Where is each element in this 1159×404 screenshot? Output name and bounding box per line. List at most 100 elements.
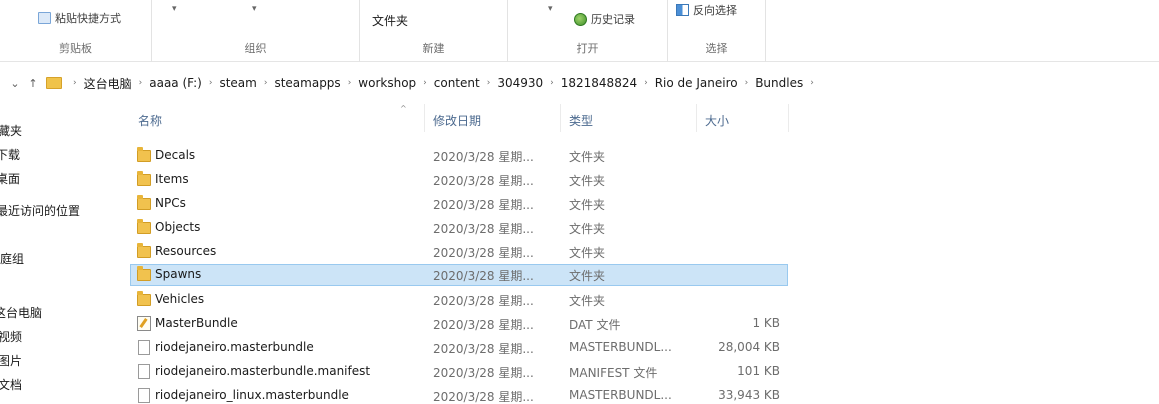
breadcrumb-chevron-icon[interactable]: › (204, 78, 218, 88)
select-group-label: 选择 (705, 42, 728, 55)
list-item[interactable]: Items 2020/3/28 星期... 文件夹 (130, 169, 788, 191)
column-header-type[interactable]: 类型 (569, 112, 593, 129)
file-icon (138, 388, 150, 403)
organize-group: ▾ ▾ 组织 (152, 0, 360, 62)
move-to-button[interactable]: ▾ (172, 4, 177, 14)
folder-icon (46, 77, 62, 89)
list-item[interactable]: Resources 2020/3/28 星期... 文件夹 (130, 241, 788, 263)
chevron-down-icon: ▾ (172, 4, 177, 14)
list-item[interactable]: riodejaneiro_linux.masterbundle 2020/3/2… (130, 385, 788, 404)
new-group: 文件夹 新建 (360, 0, 508, 62)
file-date: 2020/3/28 星期... (433, 366, 534, 380)
column-header-date[interactable]: 修改日期 (433, 112, 481, 129)
address-bar: ⌄ ↑ › 这台电脑 › aaaa (F:) › steam › steamap… (0, 70, 1159, 96)
breadcrumb-chevron-icon[interactable]: › (343, 78, 357, 88)
list-item-selected[interactable]: Spawns 2020/3/28 星期... 文件夹 (130, 264, 788, 286)
select-group: 反向选择 选择 (668, 0, 766, 62)
file-date: 2020/3/28 星期... (433, 318, 534, 332)
nav-item-recent[interactable]: 最近访问的位置 (0, 202, 80, 219)
file-type: 文件夹 (569, 174, 606, 188)
paste-shortcut-icon (38, 12, 51, 24)
breadcrumb-item-bundles[interactable]: Bundles (753, 76, 805, 90)
breadcrumb-chevron-icon[interactable]: › (418, 78, 432, 88)
nav-item-videos[interactable]: 视频 (0, 328, 22, 345)
clipboard-group: 粘贴快捷方式 剪贴板 (0, 0, 152, 62)
breadcrumb-item-workshop[interactable]: workshop (356, 76, 418, 90)
breadcrumb-item-steam[interactable]: steam (217, 76, 258, 90)
file-date: 2020/3/28 星期... (433, 342, 534, 356)
clipboard-group-label: 剪贴板 (59, 42, 92, 55)
invert-selection-button[interactable]: 反向选择 (676, 2, 737, 18)
file-name: riodejaneiro_linux.masterbundle (155, 388, 349, 402)
file-size: 1 KB (752, 316, 780, 330)
breadcrumb-chevron-icon[interactable]: › (639, 78, 653, 88)
file-date: 2020/3/28 星期... (433, 294, 534, 308)
file-icon (138, 340, 150, 355)
breadcrumb-item-steamapps[interactable]: steamapps (272, 76, 342, 90)
list-item[interactable]: MasterBundle 2020/3/28 星期... DAT 文件 1 KB (130, 313, 788, 335)
breadcrumb-chevron-icon[interactable]: › (68, 78, 82, 88)
open-dropdown[interactable]: ▾ (548, 4, 553, 14)
folder-icon (137, 147, 151, 162)
breadcrumb-item-app-id[interactable]: 304930 (495, 76, 545, 90)
breadcrumb-item-drive[interactable]: aaaa (F:) (147, 76, 204, 90)
file-name: riodejaneiro.masterbundle.manifest (155, 364, 371, 378)
nav-item-pictures[interactable]: 图片 (0, 352, 22, 369)
folder-icon (137, 171, 151, 186)
breadcrumb-chevron-icon[interactable]: › (805, 78, 819, 88)
column-divider[interactable] (424, 104, 425, 132)
history-button[interactable]: 历史记录 (574, 11, 635, 27)
folder-icon (137, 195, 151, 210)
breadcrumb-item-workshop-id[interactable]: 1821848824 (559, 76, 639, 90)
new-folder-button[interactable]: 文件夹 (372, 12, 408, 29)
paste-shortcut-label: 粘贴快捷方式 (55, 12, 121, 25)
file-name: Decals (155, 148, 196, 162)
file-date: 2020/3/28 星期... (433, 269, 534, 283)
folder-icon (137, 219, 151, 234)
nav-item-favorites[interactable]: 藏夹 (0, 122, 22, 139)
breadcrumb-chevron-icon[interactable]: › (134, 78, 148, 88)
column-divider[interactable] (560, 104, 561, 132)
nav-item-this-pc[interactable]: 这台电脑 (0, 304, 42, 321)
file-name: Items (155, 172, 189, 186)
nav-item-homegroup[interactable]: 家庭组 (0, 250, 24, 267)
nav-item-desktop[interactable]: 桌面 (0, 170, 20, 187)
new-folder-label: 文件夹 (372, 14, 409, 28)
file-icon (138, 364, 150, 379)
file-date: 2020/3/28 星期... (433, 150, 534, 164)
file-type: 文件夹 (569, 294, 606, 308)
file-type: MASTERBUNDL... (569, 388, 672, 402)
breadcrumb-chevron-icon[interactable]: › (482, 78, 496, 88)
breadcrumb-chevron-icon[interactable]: › (545, 78, 559, 88)
column-header-size[interactable]: 大小 (705, 112, 729, 129)
breadcrumb-chevron-icon[interactable]: › (740, 78, 754, 88)
column-header-name[interactable]: 名称 (138, 112, 162, 129)
history-label: 历史记录 (591, 13, 635, 26)
nav-item-downloads[interactable]: 下载 (0, 146, 20, 163)
file-size: 101 KB (737, 364, 780, 378)
list-item[interactable]: Decals 2020/3/28 星期... 文件夹 (130, 145, 788, 167)
list-item[interactable]: NPCs 2020/3/28 星期... 文件夹 (130, 193, 788, 215)
breadcrumb-item-map[interactable]: Rio de Janeiro (653, 76, 740, 90)
paste-shortcut-button[interactable]: 粘贴快捷方式 (38, 10, 121, 26)
chevron-down-icon: ▾ (252, 4, 257, 14)
list-item[interactable]: riodejaneiro.masterbundle 2020/3/28 星期..… (130, 337, 788, 359)
list-item[interactable]: Vehicles 2020/3/28 星期... 文件夹 (130, 289, 788, 311)
arrow-up-icon[interactable]: ↑ (24, 77, 42, 90)
file-name: Spawns (155, 267, 202, 281)
copy-to-button[interactable]: ▾ (252, 4, 257, 14)
file-date: 2020/3/28 星期... (433, 174, 534, 188)
column-divider[interactable] (696, 104, 697, 132)
list-item[interactable]: riodejaneiro.masterbundle.manifest 2020/… (130, 361, 788, 383)
chevron-left-icon[interactable]: ⌄ (6, 77, 24, 90)
breadcrumb-chevron-icon[interactable]: › (259, 78, 273, 88)
chevron-down-icon: ▾ (548, 4, 553, 14)
breadcrumb-item-this-pc[interactable]: 这台电脑 (82, 75, 134, 92)
file-date: 2020/3/28 星期... (433, 198, 534, 212)
breadcrumb[interactable]: › 这台电脑 › aaaa (F:) › steam › steamapps ›… (46, 71, 819, 95)
nav-item-documents[interactable]: 文档 (0, 376, 22, 393)
file-name: Resources (155, 244, 217, 258)
column-divider[interactable] (788, 104, 789, 132)
list-item[interactable]: Objects 2020/3/28 星期... 文件夹 (130, 217, 788, 239)
breadcrumb-item-content[interactable]: content (432, 76, 482, 90)
